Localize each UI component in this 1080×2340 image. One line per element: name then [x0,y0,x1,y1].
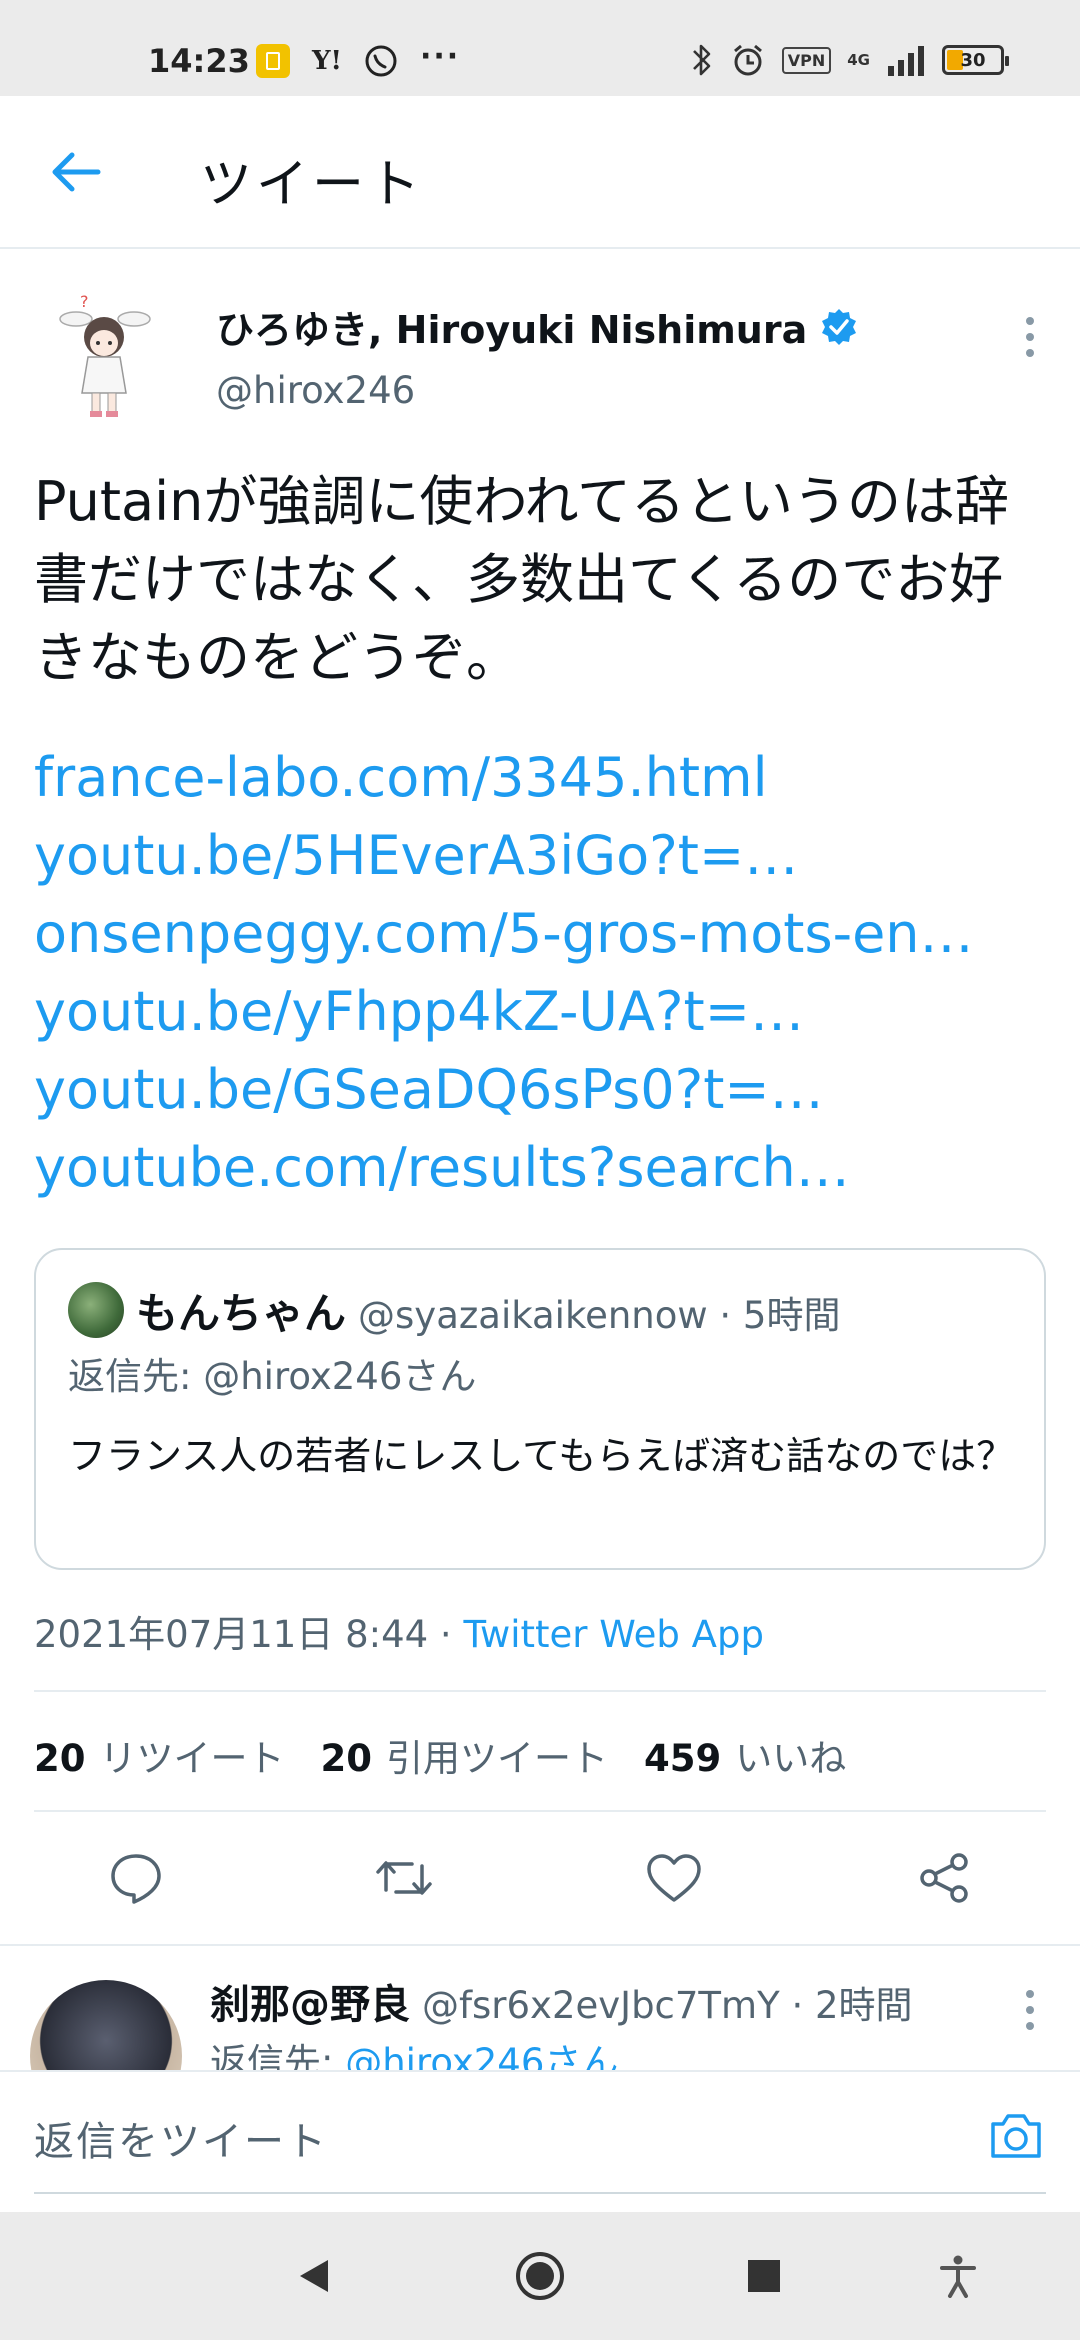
reply-to: 返信先: @hirox246さん [210,2032,618,2070]
more-notifications-icon: ··· [419,38,461,74]
camera-button[interactable] [986,2106,1046,2166]
retweets-count: 20 [34,1737,86,1780]
tweet-link[interactable]: youtu.be/5HEverA3iGo?t=… [34,817,1054,895]
verified-badge-icon [822,308,857,345]
svg-text:?: ? [80,292,89,311]
reply-button[interactable] [106,1848,166,1908]
heart-icon [647,1854,701,1902]
tweet-timestamp-row: 2021年07月11日 8:44 · Twitter Web App [34,1604,764,1658]
divider [34,1690,1046,1692]
retweets-label: リツイート [99,1737,285,1780]
bluetooth-icon [692,44,711,76]
quotes-stat[interactable]: 20 引用ツイート [321,1728,609,1782]
quoted-author-name: もんちゃん [136,1289,347,1338]
back-button[interactable] [46,142,106,202]
square-recents-icon [748,2260,780,2292]
more-vertical-icon-dot [1026,1990,1034,1998]
status-right-icons: VPN 4G 30 [690,42,1009,78]
tweet-timestamp: 2021年07月11日 8:44 · [34,1613,464,1656]
tweet-link[interactable]: youtu.be/GSeaDQ6sPs0?t=… [34,1051,1054,1129]
share-button[interactable] [914,1848,974,1908]
reply-tweet[interactable]: 刹那@野良 @fsr6x2evJbc7TmY · 2時間 返信先: @hirox… [0,1946,1080,2070]
quotes-label: 引用ツイート [386,1737,608,1780]
more-options-button[interactable] [1010,307,1050,367]
accessibility-button[interactable] [930,2248,986,2304]
tweet-link[interactable]: youtu.be/yFhpp4kZ-UA?t=… [34,973,1054,1051]
reply-to-mention[interactable]: @hirox246さん [345,2041,618,2070]
composer-underline [34,2192,1046,2194]
notification-app-icon [256,44,290,78]
quoted-author-avatar [68,1282,124,1338]
quoted-tweet-text: フランス人の若者にレスしてもらえば済む話なのでは？ [68,1434,1015,1478]
author-display-name: ひろゆき, Hiroyuki Nishimura [216,308,808,352]
quoted-tweet-header: もんちゃん @syazaikaikennow · 5時間 [136,1280,840,1341]
more-vertical-icon-dot [1026,317,1034,325]
author-name[interactable]: ひろゆき, Hiroyuki Nishimura [216,299,859,354]
top-app-bar: ツイート [0,96,1080,249]
system-navigation-bar [0,2212,1080,2340]
nav-home-button[interactable] [512,2248,568,2304]
source-app-link[interactable]: Twitter Web App [463,1613,763,1656]
quoted-reply-to: 返信先: @hirox246さん [68,1355,477,1398]
battery-icon: 30 [942,45,1009,75]
reply-tweet-header: 刹那@野良 @fsr6x2evJbc7TmY · 2時間 [210,1972,913,2030]
reply-author-name: 刹那@野良 [210,1982,410,2028]
yahoo-icon: Y! [312,46,342,76]
comment-icon [111,1854,161,1904]
camera-icon [991,2114,1041,2158]
likes-label: いいね [735,1737,847,1780]
signal-icon [888,46,924,76]
quotes-count: 20 [320,1737,373,1780]
tweet-link[interactable]: youtube.com/results?search… [34,1129,1054,1207]
status-time: 14:23 [148,42,250,80]
page-title: ツイート [200,155,425,215]
retweet-icon [376,1861,432,1895]
more-vertical-icon-dot [1026,333,1034,341]
tweet-stats: 20 リツイート 20 引用ツイート 459 いいね [34,1728,846,1782]
quoted-tweet-card[interactable]: もんちゃん @syazaikaikennow · 5時間 返信先: @hirox… [34,1248,1046,1570]
status-left-icons: Y! ··· [256,39,460,78]
reply-more-options-button[interactable] [1010,1980,1050,2040]
nav-back-button[interactable] [286,2248,342,2304]
arrow-left-icon [52,152,101,192]
tweet-link[interactable]: onsenpeggy.com/5-gros-mots-en… [34,895,1054,973]
avatar-illustration: ? [36,289,176,429]
retweet-button[interactable] [374,1848,434,1908]
tweet-text: Putainが強調に使われてるというのは辞書だけではなく、多数出てくるのでお好き… [34,470,1010,689]
author-avatar[interactable]: ? [36,289,176,429]
reply-author-avatar[interactable] [30,1980,182,2070]
reply-composer: 返信をツイート [0,2070,1080,2212]
like-button[interactable] [644,1848,704,1908]
quoted-author-handle-time: @syazaikaikennow · 5時間 [358,1294,841,1337]
reply-input[interactable]: 返信をツイート [34,2102,934,2182]
more-vertical-icon-dot [1026,2006,1034,2014]
tweet-actions [0,1810,1080,1946]
vpn-icon: VPN [781,46,832,74]
likes-count: 459 [644,1737,722,1780]
tweet-links: france-labo.com/3345.html youtu.be/5HEve… [34,739,1054,1207]
share-icon [920,1853,968,1903]
more-vertical-icon-dot [1026,2022,1034,2030]
author-handle[interactable]: @hirox246 [216,369,415,412]
battery-level-text: 30 [960,49,986,71]
status-bar: 14:23 Y! ··· VPN 4G 30 [0,0,1080,96]
phone-call-icon [365,45,397,77]
network-type-label: 4G [847,51,870,69]
tweet-link[interactable]: france-labo.com/3345.html [34,739,1054,817]
likes-stat[interactable]: 459 いいね [644,1728,846,1782]
triangle-back-icon [300,2260,328,2292]
reply-to-prefix: 返信先: [210,2041,346,2070]
alarm-icon [733,44,762,76]
circle-home-icon [516,2252,564,2300]
retweets-stat[interactable]: 20 リツイート [34,1728,285,1782]
reply-author-handle-time: @fsr6x2evJbc7TmY · 2時間 [422,1984,913,2027]
accessibility-icon [940,2255,976,2298]
more-vertical-icon-dot [1026,349,1034,357]
nav-recents-button[interactable] [736,2248,792,2304]
